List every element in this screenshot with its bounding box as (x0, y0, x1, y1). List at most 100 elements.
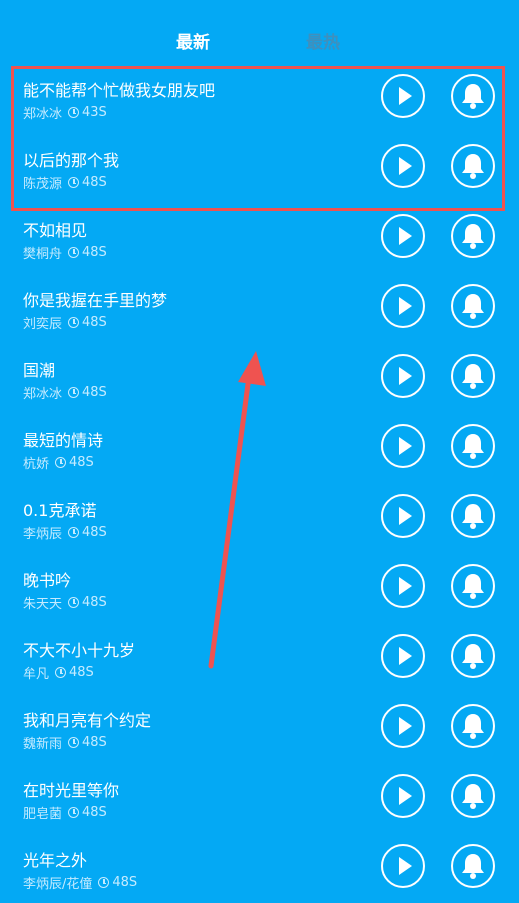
play-icon (398, 157, 412, 175)
song-artist: 肥皂菌 (23, 807, 63, 822)
ringtone-button[interactable] (451, 634, 495, 678)
ringtone-button[interactable] (451, 424, 495, 468)
song-artist: 陈茂源 (23, 177, 63, 192)
bell-icon (462, 504, 484, 529)
play-button[interactable] (381, 494, 425, 538)
ringtone-button[interactable] (451, 144, 495, 188)
song-row[interactable]: 光年之外李炳辰/花僮 48S (0, 833, 519, 903)
bell-icon (462, 84, 484, 109)
song-row[interactable]: 晚书吟朱天天 48S (0, 553, 519, 623)
tab-hottest[interactable]: 最热 (306, 28, 340, 53)
play-icon (398, 87, 412, 105)
play-button[interactable] (381, 214, 425, 258)
play-button[interactable] (381, 844, 425, 888)
song-title: 光年之外 (23, 851, 88, 870)
ringtone-button[interactable] (451, 214, 495, 258)
song-row[interactable]: 以后的那个我 陈茂源 48S (0, 133, 519, 203)
song-title: 在时光里等你 (23, 781, 120, 800)
song-meta: 刘奕辰 48S (23, 313, 107, 332)
play-button[interactable] (381, 144, 425, 188)
ringtone-button[interactable] (451, 284, 495, 328)
song-duration: 48S (82, 385, 107, 400)
play-icon (398, 577, 412, 595)
song-duration: 48S (82, 735, 107, 750)
song-row[interactable]: 不大不小十九岁 牟凡 48S (0, 623, 519, 693)
play-button[interactable] (381, 634, 425, 678)
play-button[interactable] (381, 774, 425, 818)
song-meta: 朱天天 48S (23, 593, 107, 612)
clock-icon (68, 737, 80, 748)
ringtone-button[interactable] (451, 354, 495, 398)
song-row[interactable]: 能不能帮个忙做我女朋友吧 郑冰冰 43S (0, 63, 519, 133)
clock-icon (68, 807, 80, 818)
song-artist: 李炳辰 (23, 527, 63, 542)
song-row[interactable]: 0.1克承诺李炳辰 48S (0, 483, 519, 553)
play-button[interactable] (381, 424, 425, 468)
ringtone-button[interactable] (451, 494, 495, 538)
song-title: 国潮 (23, 361, 56, 380)
song-row[interactable]: 在时光里等你 肥皂菌 48S (0, 763, 519, 833)
bell-icon (462, 294, 484, 319)
song-duration: 48S (82, 525, 107, 540)
song-artist: 朱天天 (23, 597, 63, 612)
song-title: 你是我握在手里的梦 (23, 291, 168, 310)
song-duration: 48S (112, 875, 138, 890)
ringtone-button[interactable] (451, 704, 495, 748)
song-row[interactable]: 你是我握在手里的梦 刘奕辰 48S (0, 273, 519, 343)
song-title: 0.1克承诺 (23, 501, 97, 520)
ringtone-button[interactable] (451, 844, 495, 888)
song-artist: 樊桐舟 (23, 247, 63, 262)
play-button[interactable] (381, 564, 425, 608)
bell-icon (462, 154, 484, 179)
play-button[interactable] (381, 354, 425, 398)
play-icon (398, 857, 412, 875)
play-icon (398, 437, 412, 455)
song-row[interactable]: 不如相见 樊桐舟 48S (0, 203, 519, 273)
play-icon (398, 367, 412, 385)
song-artist: 郑冰冰 (23, 387, 63, 402)
ringtone-button[interactable] (451, 564, 495, 608)
song-duration: 48S (82, 595, 107, 610)
tab-bar: 最新 最热 (0, 0, 519, 68)
play-icon (398, 297, 412, 315)
ringtone-button[interactable] (451, 774, 495, 818)
play-icon (398, 227, 412, 245)
ringtone-button[interactable] (451, 74, 495, 118)
song-meta: 肥皂菌 48S (23, 803, 107, 822)
song-artist: 杭娇 (23, 457, 50, 472)
song-duration: 48S (82, 245, 107, 260)
tab-latest[interactable]: 最新 (176, 28, 210, 53)
play-button[interactable] (381, 74, 425, 118)
bell-icon (462, 224, 484, 249)
song-duration: 48S (69, 665, 94, 680)
song-artist: 郑冰冰 (23, 107, 63, 122)
bell-icon (462, 364, 484, 389)
clock-icon (68, 317, 80, 328)
bell-icon (462, 574, 484, 599)
play-icon (398, 647, 412, 665)
song-title: 晚书吟 (23, 571, 72, 590)
clock-icon (55, 457, 67, 468)
song-meta: 李炳辰/花僮 48S (23, 873, 137, 892)
clock-icon (68, 247, 80, 258)
song-meta: 樊桐舟 48S (23, 243, 107, 262)
play-button[interactable] (381, 284, 425, 328)
song-meta: 魏新雨 48S (23, 733, 107, 752)
play-icon (398, 507, 412, 525)
song-artist: 李炳辰/花僮 (23, 877, 93, 892)
song-list: 能不能帮个忙做我女朋友吧 郑冰冰 43S 以后的那个我 陈茂源 48S 不如相见 樊桐舟 48S… (0, 63, 519, 903)
clock-icon (68, 527, 80, 538)
play-button[interactable] (381, 704, 425, 748)
song-row[interactable]: 国潮郑冰冰 48S (0, 343, 519, 413)
bell-icon (462, 434, 484, 459)
play-icon (398, 787, 412, 805)
clock-icon (68, 107, 80, 118)
song-duration: 43S (82, 105, 107, 120)
song-row[interactable]: 我和月亮有个约定 魏新雨 48S (0, 693, 519, 763)
song-meta: 杭娇 48S (23, 453, 94, 472)
bell-icon (462, 714, 484, 739)
song-title: 我和月亮有个约定 (23, 711, 152, 730)
bell-icon (462, 854, 484, 879)
song-title: 不大不小十九岁 (23, 641, 136, 660)
song-row[interactable]: 最短的情诗 杭娇 48S (0, 413, 519, 483)
